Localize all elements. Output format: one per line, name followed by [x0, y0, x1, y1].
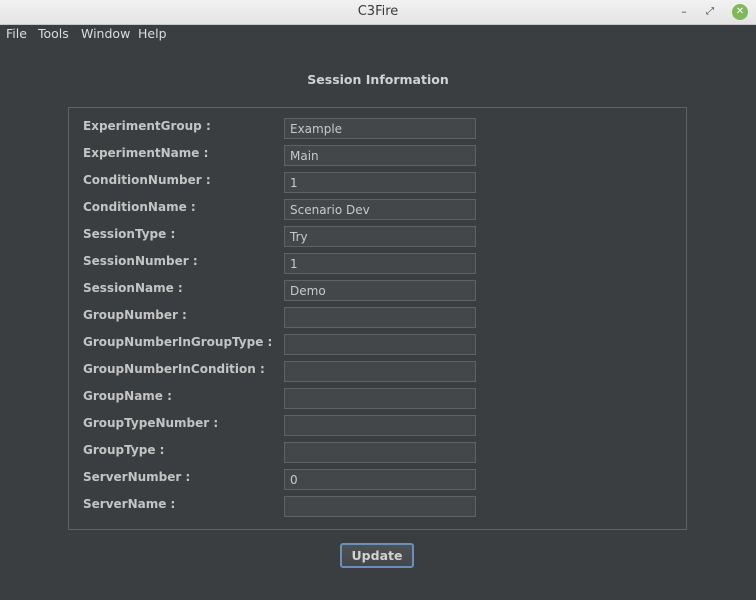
- form-row: ConditionName : Scenario Dev: [69, 198, 688, 222]
- group-name-field[interactable]: [284, 388, 476, 409]
- field-label: SessionName :: [83, 281, 183, 295]
- form-row: GroupType :: [69, 441, 688, 465]
- server-name-field[interactable]: [284, 496, 476, 517]
- menu-bar: File Tools Window Help: [0, 25, 756, 43]
- experiment-group-field[interactable]: Example: [284, 118, 476, 139]
- form-row: GroupNumber :: [69, 306, 688, 330]
- form-row: ServerName :: [69, 495, 688, 519]
- field-label: GroupTypeNumber :: [83, 416, 219, 430]
- page-title: Session Information: [307, 72, 449, 87]
- form-row: ExperimentName : Main: [69, 144, 688, 168]
- server-number-field[interactable]: 0: [284, 469, 476, 490]
- field-label: GroupNumberInGroupType :: [83, 335, 273, 349]
- field-label: GroupType :: [83, 443, 165, 457]
- update-button[interactable]: Update: [340, 543, 414, 568]
- field-label: GroupNumberInCondition :: [83, 362, 265, 376]
- maximize-icon[interactable]: ⤢: [702, 4, 718, 20]
- menu-tools[interactable]: Tools: [38, 26, 69, 41]
- group-number-field[interactable]: [284, 307, 476, 328]
- menu-file[interactable]: File: [6, 26, 27, 41]
- window-title: C3Fire: [357, 4, 399, 19]
- form-row: ExperimentGroup : Example: [69, 117, 688, 141]
- group-type-field[interactable]: [284, 442, 476, 463]
- session-type-field[interactable]: Try: [284, 226, 476, 247]
- session-number-field[interactable]: 1: [284, 253, 476, 274]
- group-type-number-field[interactable]: [284, 415, 476, 436]
- form-row: SessionType : Try: [69, 225, 688, 249]
- title-bar: C3Fire – ⤢ ✕: [0, 0, 756, 25]
- condition-number-field[interactable]: 1: [284, 172, 476, 193]
- menu-help[interactable]: Help: [138, 26, 167, 41]
- menu-window[interactable]: Window: [81, 26, 130, 41]
- field-label: GroupNumber :: [83, 308, 187, 322]
- field-label: SessionNumber :: [83, 254, 198, 268]
- field-label: GroupName :: [83, 389, 172, 403]
- form-row: SessionNumber : 1: [69, 252, 688, 276]
- group-number-in-condition-field[interactable]: [284, 361, 476, 382]
- minimize-icon[interactable]: –: [676, 4, 692, 20]
- field-label: SessionType :: [83, 227, 176, 241]
- session-info-panel: ExperimentGroup : Example ExperimentName…: [68, 107, 687, 530]
- form-row: GroupTypeNumber :: [69, 414, 688, 438]
- form-row: GroupName :: [69, 387, 688, 411]
- form-row: GroupNumberInCondition :: [69, 360, 688, 384]
- field-label: ConditionNumber :: [83, 173, 211, 187]
- session-name-field[interactable]: Demo: [284, 280, 476, 301]
- field-label: ConditionName :: [83, 200, 196, 214]
- close-icon[interactable]: ✕: [732, 4, 748, 20]
- condition-name-field[interactable]: Scenario Dev: [284, 199, 476, 220]
- experiment-name-field[interactable]: Main: [284, 145, 476, 166]
- field-label: ExperimentGroup :: [83, 119, 211, 133]
- form-row: SessionName : Demo: [69, 279, 688, 303]
- field-label: ExperimentName :: [83, 146, 209, 160]
- group-number-in-group-type-field[interactable]: [284, 334, 476, 355]
- form-row: GroupNumberInGroupType :: [69, 333, 688, 357]
- field-label: ServerNumber :: [83, 470, 191, 484]
- form-row: ConditionNumber : 1: [69, 171, 688, 195]
- form-row: ServerNumber : 0: [69, 468, 688, 492]
- field-label: ServerName :: [83, 497, 176, 511]
